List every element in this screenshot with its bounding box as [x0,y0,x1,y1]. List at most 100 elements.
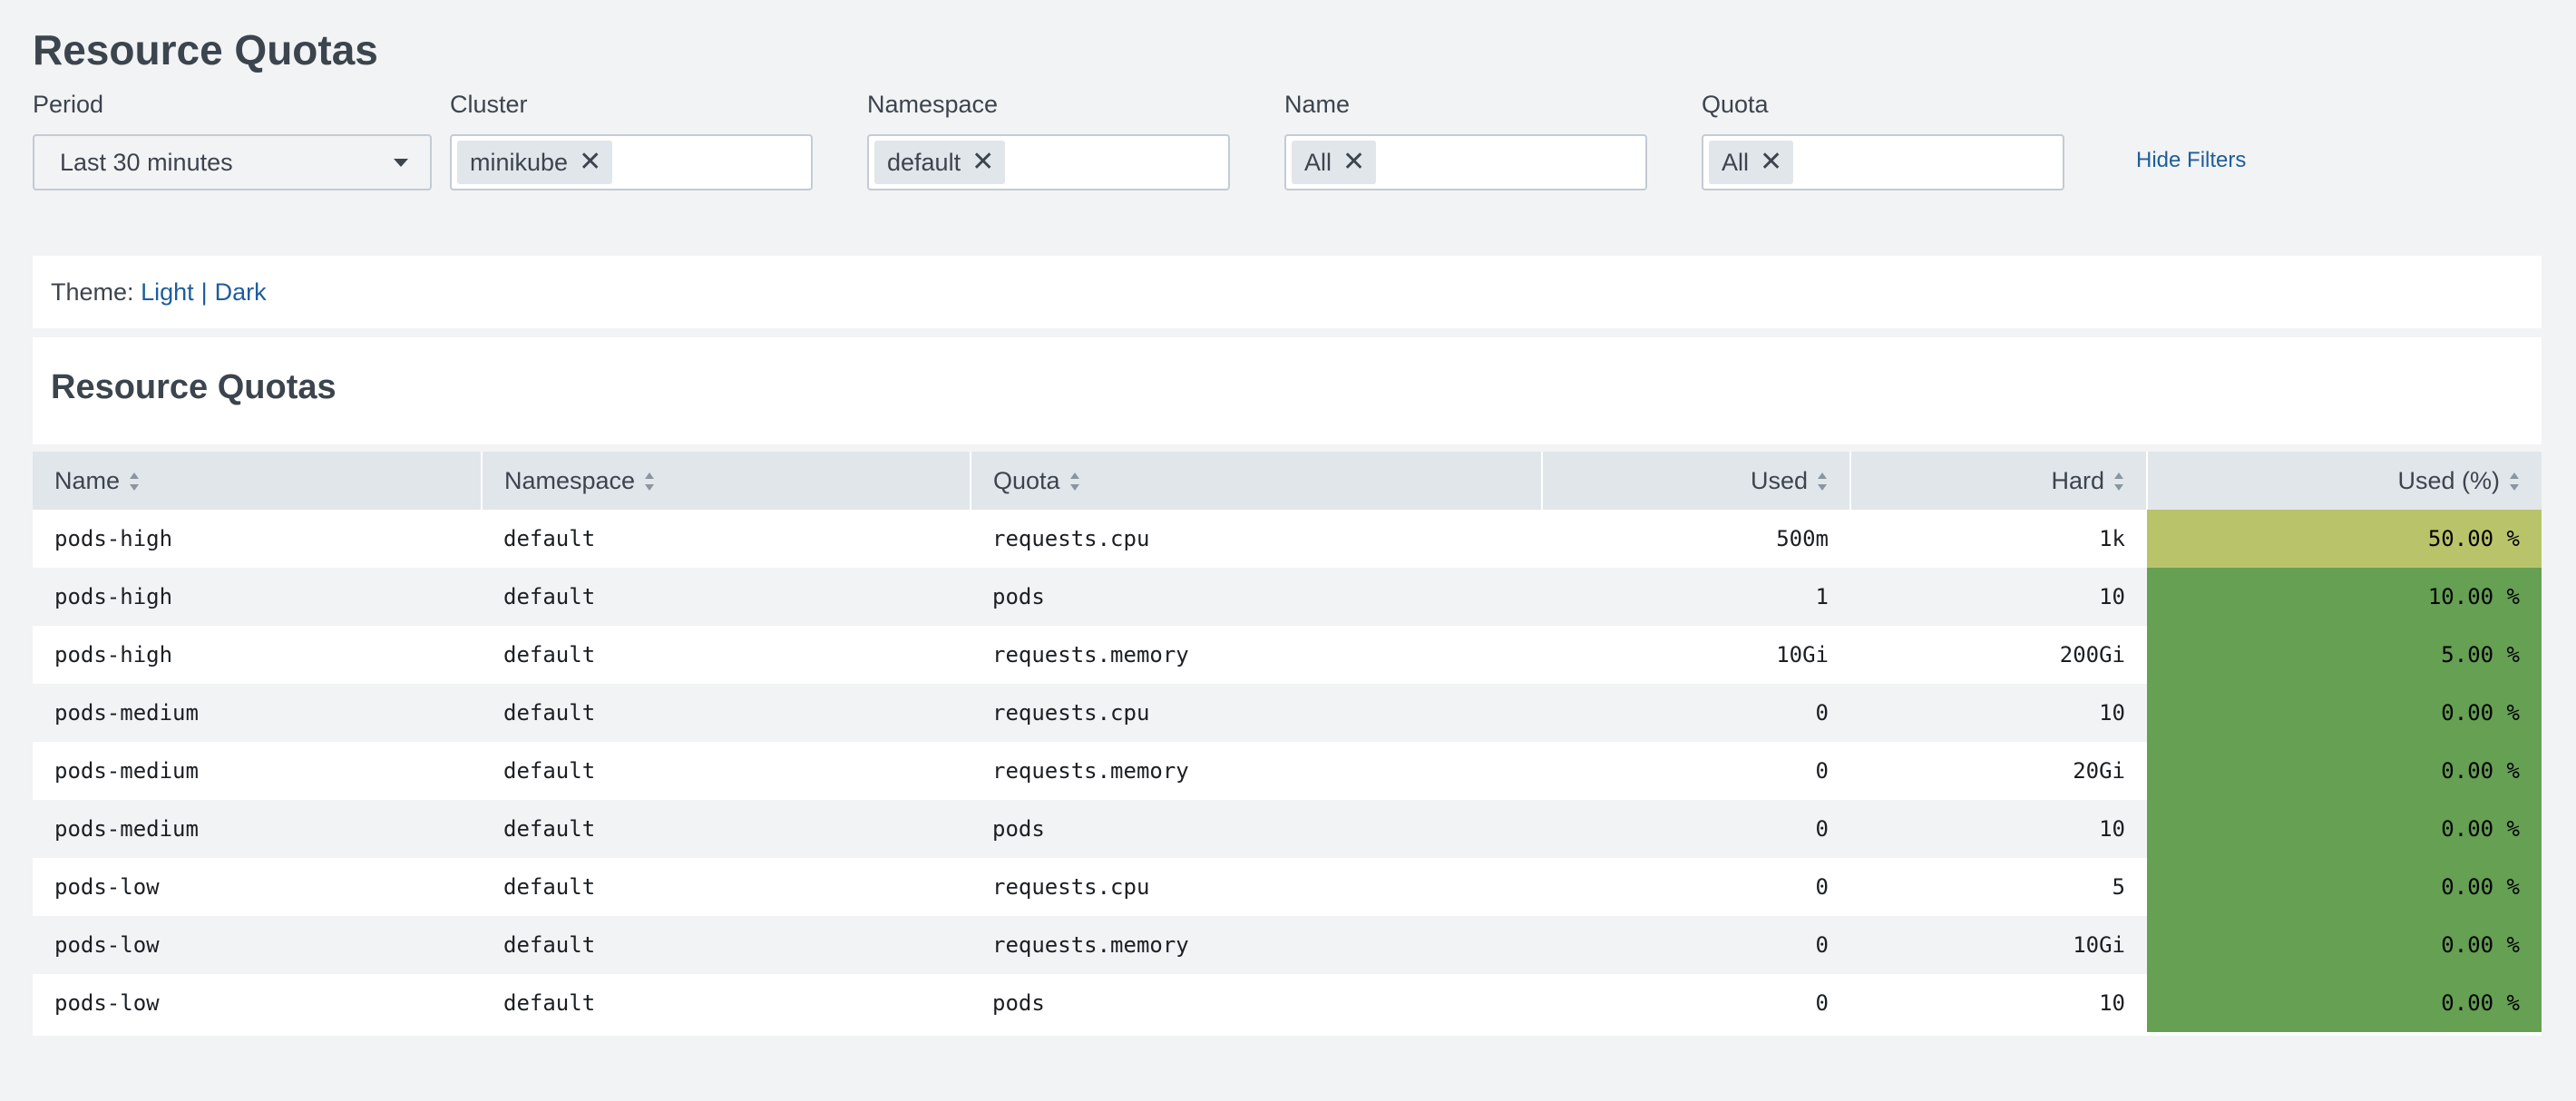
cell-namespace: default [482,626,971,684]
theme-light-link[interactable]: Light [141,278,194,307]
table-row[interactable]: pods-medium default requests.memory 0 20… [33,742,2542,800]
remove-token-icon[interactable]: ✕ [1342,149,1365,176]
sort-icon [2510,473,2519,492]
cell-used-pct: 0.00 % [2147,742,2542,800]
quota-label: Quota [1702,91,1769,118]
namespace-label: Namespace [867,91,999,118]
cell-used-pct: 0.00 % [2147,916,2542,974]
cell-namespace: default [482,568,971,626]
column-header-used-pct[interactable]: Used (%) [2147,452,2542,510]
sort-icon [130,473,140,492]
column-header-label: Hard [2051,466,2104,494]
theme-separator: | [200,278,208,306]
remove-token-icon[interactable]: ✕ [1760,149,1782,176]
table-row[interactable]: pods-medium default pods 0 10 0.00 % [33,800,2542,858]
cell-used: 0 [1542,684,1850,742]
cell-namespace: default [482,858,971,916]
namespace-token: default ✕ [874,141,1006,184]
resource-quotas-table: Name Namespace Quota Used Hard Used (%) … [33,452,2542,1032]
quota-token: All ✕ [1709,141,1794,184]
cell-namespace: default [482,800,971,858]
column-header-namespace[interactable]: Namespace [482,452,971,510]
panel-divider [33,444,2542,452]
cell-name: pods-medium [33,742,482,800]
cell-hard: 20Gi [1850,742,2147,800]
page-title: Resource Quotas [33,26,378,73]
table-row[interactable]: pods-high default requests.memory 10Gi 2… [33,626,2542,684]
quota-token-label: All [1722,148,1750,176]
column-header-label: Name [54,466,121,494]
table-row[interactable]: pods-high default pods 1 10 10.00 % [33,568,2542,626]
cell-quota: pods [971,568,1542,626]
name-token-label: All [1304,148,1332,176]
column-header-used[interactable]: Used [1542,452,1851,510]
cluster-multiselect[interactable]: minikube ✕ [450,134,813,190]
cell-quota: requests.memory [971,916,1542,974]
cluster-token: minikube ✕ [457,141,613,184]
resource-quotas-panel: Resource Quotas Name Namespace Quota Use… [33,337,2542,1036]
table-header-row: Name Namespace Quota Used Hard Used (%) [33,452,2542,510]
cell-hard: 1k [1850,510,2147,568]
cell-hard: 10 [1850,684,2147,742]
theme-dark-link[interactable]: Dark [215,278,267,307]
cell-quota: pods [971,800,1542,858]
cluster-label: Cluster [450,91,528,118]
table-row[interactable]: pods-low default requests.memory 0 10Gi … [33,916,2542,974]
namespace-multiselect[interactable]: default ✕ [867,134,1230,190]
column-header-label: Namespace [504,466,636,494]
cell-used: 0 [1542,974,1850,1032]
cell-quota: requests.cpu [971,510,1542,568]
cell-quota: requests.cpu [971,684,1542,742]
period-label: Period [33,91,104,118]
name-multiselect[interactable]: All ✕ [1284,134,1647,190]
caret-down-icon [394,158,408,167]
table-row[interactable]: pods-high default requests.cpu 500m 1k 5… [33,510,2542,568]
remove-token-icon[interactable]: ✕ [579,149,601,176]
cell-quota: requests.cpu [971,858,1542,916]
cell-used: 0 [1542,800,1850,858]
table-row[interactable]: pods-low default pods 0 10 0.00 % [33,974,2542,1032]
cell-name: pods-high [33,626,482,684]
period-dropdown[interactable]: Last 30 minutes [33,134,432,190]
hide-filters-link[interactable]: Hide Filters [2136,148,2246,173]
cell-namespace: default [482,742,971,800]
cell-name: pods-low [33,974,482,1032]
cell-quota: pods [971,974,1542,1032]
resource-quotas-dashboard: Resource Quotas Period Last 30 minutes C… [0,0,2576,1101]
sort-icon [2114,473,2123,492]
cell-hard: 10 [1850,568,2147,626]
cell-name: pods-high [33,568,482,626]
cell-used: 500m [1542,510,1850,568]
cell-namespace: default [482,916,971,974]
cell-used: 0 [1542,742,1850,800]
cell-name: pods-high [33,510,482,568]
column-header-name[interactable]: Name [33,452,483,510]
cell-used: 0 [1542,858,1850,916]
sort-icon [645,473,655,492]
cell-used-pct: 0.00 % [2147,974,2542,1032]
table-row[interactable]: pods-medium default requests.cpu 0 10 0.… [33,684,2542,742]
sort-icon [1069,473,1079,492]
column-header-hard[interactable]: Hard [1850,452,2148,510]
name-label: Name [1284,91,1351,118]
name-token: All ✕ [1292,141,1377,184]
cell-used-pct: 0.00 % [2147,684,2542,742]
column-header-label: Used (%) [2397,466,2500,494]
column-header-label: Quota [993,466,1060,494]
cell-used: 10Gi [1542,626,1850,684]
sort-icon [1818,473,1827,492]
cell-hard: 5 [1850,858,2147,916]
cell-hard: 10 [1850,800,2147,858]
cell-hard: 10 [1850,974,2147,1032]
cell-name: pods-low [33,916,482,974]
cell-used-pct: 50.00 % [2147,510,2542,568]
period-value: Last 30 minutes [60,148,233,176]
column-header-quota[interactable]: Quota [971,452,1543,510]
cell-hard: 10Gi [1850,916,2147,974]
remove-token-icon[interactable]: ✕ [971,149,994,176]
table-row[interactable]: pods-low default requests.cpu 0 5 0.00 % [33,858,2542,916]
cell-quota: requests.memory [971,626,1542,684]
quota-multiselect[interactable]: All ✕ [1702,134,2064,190]
theme-panel: Theme: Light | Dark [33,256,2542,328]
cell-namespace: default [482,510,971,568]
